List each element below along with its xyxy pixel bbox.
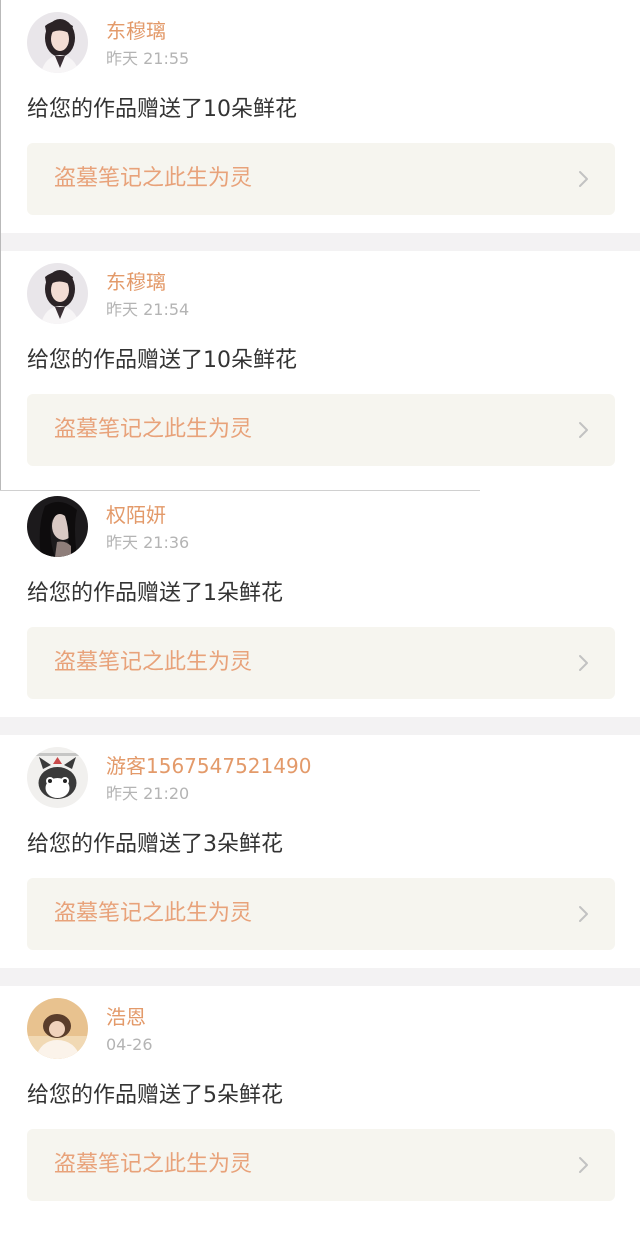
work-title: 盗墓笔记之此生为灵 xyxy=(54,166,253,191)
divider-line xyxy=(0,490,480,491)
gift-message: 给您的作品赠送了10朵鲜花 xyxy=(27,97,297,122)
work-title: 盗墓笔记之此生为灵 xyxy=(54,417,253,442)
work-link[interactable]: 盗墓笔记之此生为灵 xyxy=(27,1129,615,1201)
work-title: 盗墓笔记之此生为灵 xyxy=(54,650,253,675)
work-link[interactable]: 盗墓笔记之此生为灵 xyxy=(27,394,615,466)
notification-card: 东穆璃 昨天 21:55 给您的作品赠送了10朵鲜花 盗墓笔记之此生为灵 xyxy=(0,0,640,233)
gift-message: 给您的作品赠送了5朵鲜花 xyxy=(27,1083,283,1108)
separator xyxy=(0,717,640,735)
separator xyxy=(0,233,640,251)
separator xyxy=(0,968,640,986)
notification-card: 东穆璃 昨天 21:54 给您的作品赠送了10朵鲜花 盗墓笔记之此生为灵 xyxy=(0,251,640,484)
gift-message: 给您的作品赠送了1朵鲜花 xyxy=(27,581,283,606)
timestamp: 04-26 xyxy=(106,1035,153,1054)
work-link[interactable]: 盗墓笔记之此生为灵 xyxy=(27,878,615,950)
timestamp: 昨天 21:54 xyxy=(106,300,190,319)
work-link[interactable]: 盗墓笔记之此生为灵 xyxy=(27,627,615,699)
username[interactable]: 东穆璃 xyxy=(106,18,166,44)
timestamp: 昨天 21:36 xyxy=(106,533,190,552)
chevron-right-icon xyxy=(579,422,588,438)
work-title: 盗墓笔记之此生为灵 xyxy=(54,901,253,926)
gift-message: 给您的作品赠送了3朵鲜花 xyxy=(27,832,283,857)
user-avatar[interactable] xyxy=(27,496,88,557)
timestamp: 昨天 21:55 xyxy=(106,49,190,68)
username[interactable]: 浩恩 xyxy=(106,1004,146,1030)
gift-message: 给您的作品赠送了10朵鲜花 xyxy=(27,348,297,373)
user-avatar[interactable] xyxy=(27,747,88,808)
notification-card: 游客1567547521490 昨天 21:20 给您的作品赠送了3朵鲜花 盗墓… xyxy=(0,735,640,968)
username[interactable]: 东穆璃 xyxy=(106,269,166,295)
notification-card: 权陌妍 昨天 21:36 给您的作品赠送了1朵鲜花 盗墓笔记之此生为灵 xyxy=(0,484,640,717)
chevron-right-icon xyxy=(579,906,588,922)
notification-card: 浩恩 04-26 给您的作品赠送了5朵鲜花 盗墓笔记之此生为灵 xyxy=(0,986,640,1219)
user-avatar[interactable] xyxy=(27,998,88,1059)
work-link[interactable]: 盗墓笔记之此生为灵 xyxy=(27,143,615,215)
chevron-right-icon xyxy=(579,171,588,187)
username[interactable]: 游客1567547521490 xyxy=(106,753,311,779)
timestamp: 昨天 21:20 xyxy=(106,784,190,803)
username[interactable]: 权陌妍 xyxy=(106,502,166,528)
notification-feed: 东穆璃 昨天 21:55 给您的作品赠送了10朵鲜花 盗墓笔记之此生为灵 东穆璃… xyxy=(0,0,640,1219)
user-avatar[interactable] xyxy=(27,12,88,73)
chevron-right-icon xyxy=(579,1157,588,1173)
chevron-right-icon xyxy=(579,655,588,671)
work-title: 盗墓笔记之此生为灵 xyxy=(54,1152,253,1177)
screenshot-edge-line xyxy=(0,0,1,490)
user-avatar[interactable] xyxy=(27,263,88,324)
